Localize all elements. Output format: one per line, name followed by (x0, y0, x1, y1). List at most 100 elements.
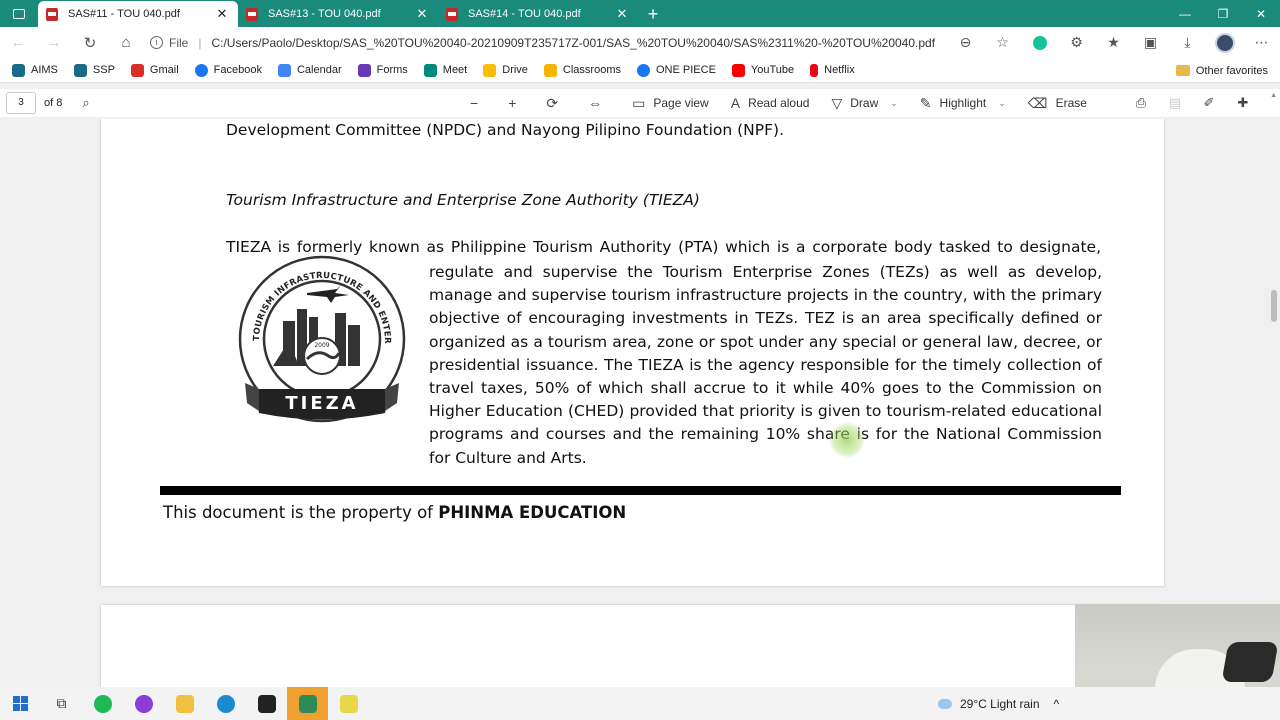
close-window-icon[interactable]: ✕ (1242, 0, 1280, 27)
restore-icon[interactable]: ❐ (1204, 0, 1242, 27)
bookmark-one-piece[interactable]: ONE PIECE (637, 63, 716, 77)
print-icon[interactable]: ⎙ (1124, 95, 1158, 111)
fit-page-button[interactable]: ⇔ (588, 95, 610, 111)
close-tab-icon[interactable]: ✕ (614, 6, 630, 22)
read-aloud-button[interactable]: A Read aloud (731, 95, 810, 111)
start-button[interactable] (0, 687, 41, 720)
minimize-icon[interactable]: — (1166, 0, 1204, 27)
save-icon[interactable]: ▤ (1158, 95, 1192, 111)
downloads-icon[interactable]: ⤓ (1169, 34, 1206, 51)
document-footer: This document is the property of PHINMA … (163, 503, 626, 522)
minus-icon: − (470, 95, 479, 111)
tab-sas11[interactable]: SAS#11 - TOU 040.pdf ✕ (38, 1, 238, 27)
bookmark-netflix[interactable]: Netflix (810, 63, 855, 77)
scrollbar-thumb[interactable] (1271, 290, 1277, 322)
show-hidden-icons-icon[interactable]: ^ (1054, 697, 1060, 711)
settings-more-icon[interactable]: ⋯ (1243, 34, 1280, 51)
page-view-button[interactable]: ▭ Page view (632, 95, 709, 112)
spotify-button[interactable] (82, 687, 123, 720)
erase-button[interactable]: ⌫ Erase (1028, 95, 1087, 112)
pdf-toolbar: 3 of 8 ⌕ − + ⟳ ⇔ ▭ Page view A Read aloud … (0, 89, 1280, 117)
zoom-in-button[interactable]: + (508, 95, 524, 111)
app-icon (339, 694, 358, 713)
grammarly-extension-icon[interactable] (1021, 35, 1058, 50)
camera-app-button[interactable] (287, 687, 328, 720)
tab-sas13[interactable]: SAS#13 - TOU 040.pdf ✕ (238, 1, 438, 27)
gmail-icon (130, 63, 144, 77)
info-icon[interactable]: i (150, 36, 163, 49)
page-view-label: Page view (653, 96, 709, 110)
url-text[interactable]: C:/Users/Paolo/Desktop/SAS_%20TOU%20040-… (211, 36, 935, 50)
app-button[interactable] (328, 687, 369, 720)
bookmark-meet[interactable]: Meet (423, 63, 468, 77)
extensions-icon[interactable]: ⚙ (1058, 34, 1095, 51)
scrollbar[interactable]: ▲ (1268, 89, 1280, 687)
tieza-logo: TOURISM INFRASTRUCTURE AND ENTERPRISE ZO… (237, 251, 406, 423)
messenger-button[interactable] (123, 687, 164, 720)
folder-icon (175, 694, 194, 713)
favorites-icon[interactable]: ★ (1095, 34, 1132, 51)
taskbar: ⧉ 29°C Light rain ^ (0, 687, 1280, 720)
draw-button[interactable]: ▽ Draw ⌄ (831, 95, 897, 112)
bookmark-gmail[interactable]: Gmail (130, 63, 179, 77)
close-tab-icon[interactable]: ✕ (214, 6, 230, 22)
bookmark-forms[interactable]: Forms (357, 63, 408, 77)
zoom-icon[interactable]: ⊖ (947, 34, 984, 51)
zoom-out-button[interactable]: − (470, 95, 486, 111)
weather-text[interactable]: 29°C Light rain (960, 697, 1040, 711)
chevron-down-icon[interactable]: ⌄ (998, 98, 1006, 109)
url-field[interactable]: i File | C:/Users/Paolo/Desktop/SAS_%20T… (150, 36, 935, 50)
classroom-icon (543, 63, 557, 77)
tab-sas14[interactable]: SAS#14 - TOU 040.pdf ✕ (438, 1, 638, 27)
bookmark-classrooms[interactable]: Classrooms (543, 63, 621, 77)
bookmark-label: Netflix (824, 64, 855, 76)
edge-icon (216, 694, 235, 713)
folder-icon (1175, 65, 1190, 76)
other-favorites[interactable]: Other favorites (1175, 58, 1268, 83)
profile-avatar[interactable] (1206, 32, 1243, 53)
notes-app-button[interactable] (246, 687, 287, 720)
document-text-line: Development Committee (NPDC) and Nayong … (226, 121, 785, 139)
scroll-up-icon[interactable]: ▲ (1270, 92, 1277, 99)
rotate-button[interactable]: ⟳ (546, 95, 566, 112)
home-icon[interactable]: ⌂ (108, 27, 144, 58)
add-favorite-icon[interactable]: ☆ (984, 34, 1021, 51)
draw-label: Draw (850, 96, 879, 110)
cursor-highlight (829, 422, 865, 458)
tab-actions-menu-button[interactable] (0, 0, 38, 27)
file-explorer-button[interactable] (164, 687, 205, 720)
erase-label: Erase (1055, 96, 1087, 110)
draw-icon: ▽ (831, 94, 843, 111)
pin-toolbar-icon[interactable]: ✚ (1226, 95, 1260, 111)
ssp-icon (73, 63, 87, 77)
bookmarks-bar: AIMS SSP Gmail Facebook Calendar Forms M… (0, 58, 1280, 83)
collections-icon[interactable]: ▣ (1132, 34, 1169, 51)
page-number-input[interactable]: 3 (6, 92, 36, 114)
read-aloud-label: Read aloud (748, 96, 810, 110)
refresh-icon[interactable]: ↻ (72, 27, 108, 58)
paragraph-body: regulate and supervise the Tourism Enter… (429, 263, 1102, 467)
back-arrow-icon[interactable]: ← (0, 27, 36, 58)
bookmark-calendar[interactable]: Calendar (277, 63, 342, 77)
save-as-icon[interactable]: ✐ (1192, 95, 1226, 111)
bookmark-label: Forms (376, 64, 408, 76)
facebook-icon (637, 63, 650, 77)
rotate-icon: ⟳ (546, 94, 559, 111)
forward-arrow-icon[interactable]: → (36, 27, 72, 58)
bookmark-aims[interactable]: AIMS (12, 63, 58, 77)
bookmark-label: Gmail (149, 64, 179, 76)
close-tab-icon[interactable]: ✕ (414, 6, 430, 22)
chevron-down-icon[interactable]: ⌄ (890, 98, 898, 109)
new-tab-button[interactable]: + (638, 1, 668, 27)
task-view-button[interactable]: ⧉ (41, 687, 82, 720)
search-icon[interactable]: ⌕ (82, 95, 89, 111)
bookmark-ssp[interactable]: SSP (73, 63, 115, 77)
highlight-button[interactable]: ✎ Highlight ⌄ (920, 95, 1006, 112)
edge-button[interactable] (205, 687, 246, 720)
bookmark-youtube[interactable]: YouTube (731, 63, 794, 77)
pdf-viewport[interactable]: Development Committee (NPDC) and Nayong … (0, 119, 1280, 687)
bookmark-label: Drive (502, 64, 528, 76)
bookmark-label: Meet (442, 64, 468, 76)
bookmark-facebook[interactable]: Facebook (194, 63, 262, 77)
bookmark-drive[interactable]: Drive (483, 63, 528, 77)
